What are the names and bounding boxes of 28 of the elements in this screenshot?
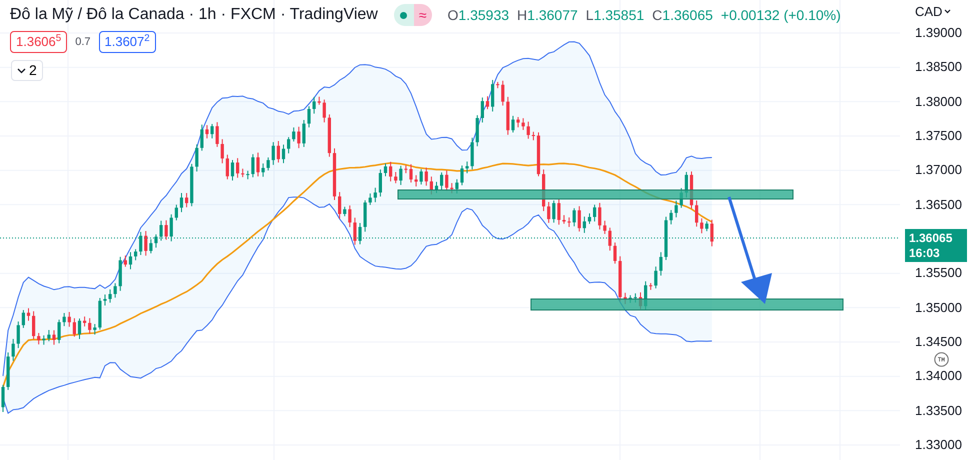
spread-value: 0.7: [75, 34, 90, 50]
price-axis-label: 1.33000: [915, 437, 962, 453]
indicators-toggle-button[interactable]: 2: [11, 60, 43, 81]
price-axis-label: 1.38000: [915, 94, 962, 110]
price-axis-label: 1.35500: [915, 265, 962, 282]
chevron-down-icon: [944, 9, 952, 14]
price-axis-label: 1.34000: [915, 368, 962, 384]
sell-price-button[interactable]: 1.3606$^{5}$: [10, 31, 68, 53]
ohlc-value: C1.36065: [652, 6, 713, 24]
price-axis-label: 1.34500: [915, 334, 962, 350]
chart-title: Đô la Mỹ / Đô la Canada · 1h · FXCM · TradingView: [10, 5, 378, 25]
delayed-data-icon: ≈: [414, 4, 432, 26]
ohlc-value: L1.35851: [586, 6, 644, 24]
price-axis-label: 1.37000: [915, 162, 962, 178]
price-axis-label: 1.37500: [915, 128, 962, 144]
last-price-label: 1.36065 16:03: [905, 229, 967, 262]
ohlc-value: H1.36077: [517, 6, 578, 24]
price-axis-label: 1.35000: [915, 300, 962, 316]
price-axis-label: 1.33500: [915, 402, 962, 419]
ohlc-value: O1.35933: [448, 6, 510, 24]
price-change: +0.00132 (+0.10%): [720, 6, 841, 25]
price-axis-label: 1.36500: [915, 196, 962, 213]
buy-price-button[interactable]: 1.3607$^{2}$: [98, 31, 156, 53]
trademark-logo-icon: [934, 352, 949, 367]
currency-dropdown[interactable]: CAD: [915, 2, 952, 22]
chevron-down-icon: [17, 68, 26, 74]
price-axis-label: 1.39000: [915, 25, 962, 41]
price-axis-label: 1.38500: [915, 59, 962, 76]
